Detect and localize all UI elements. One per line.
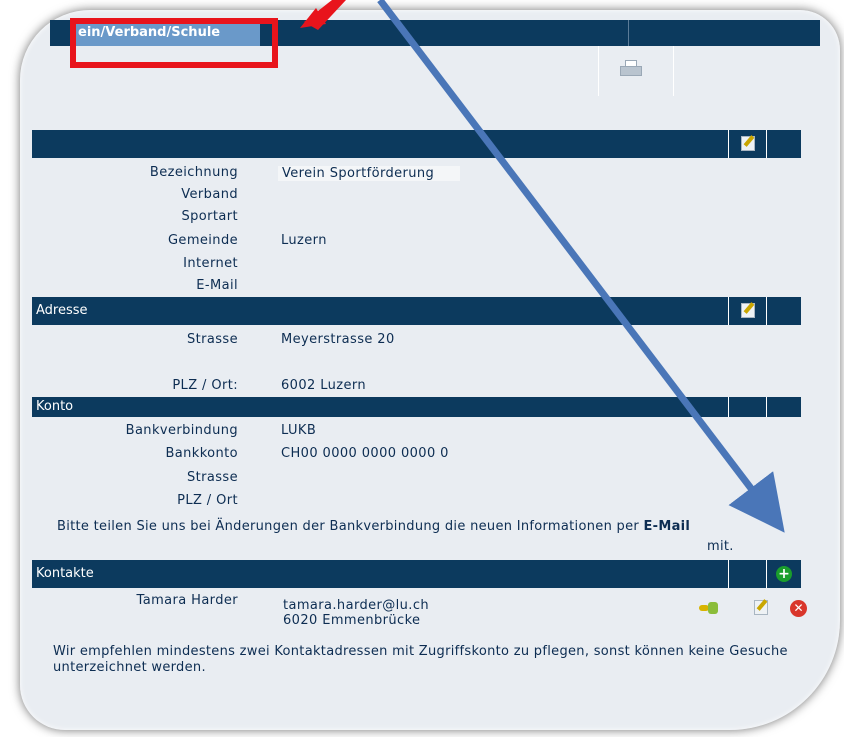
blue-arrow bbox=[377, 0, 785, 533]
annotation-arrows bbox=[300, 0, 785, 533]
